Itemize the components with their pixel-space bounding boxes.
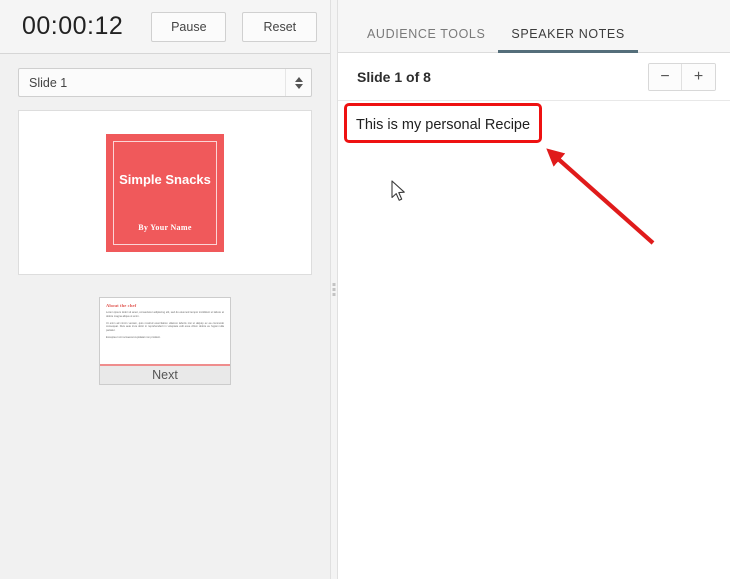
next-slide-label: Next xyxy=(100,366,230,384)
next-slide-thumbnail[interactable]: About the chef Lorem ipsum dolor sit ame… xyxy=(99,297,231,385)
caret-up-icon[interactable] xyxy=(294,76,303,82)
slide-title: Simple Snacks xyxy=(119,172,211,187)
current-slide-preview[interactable]: Simple Snacks By Your Name xyxy=(18,110,312,275)
slide-subtitle: By Your Name xyxy=(138,222,192,232)
presenter-view-window: 00:00:12 Pause Reset Slide 1 Simple Snac… xyxy=(0,0,730,579)
next-slide-heading: About the chef xyxy=(106,303,137,308)
tab-bar: AUDIENCE TOOLS SPEAKER NOTES xyxy=(338,0,730,53)
grip-dot xyxy=(332,288,336,291)
caret-down-icon[interactable] xyxy=(294,83,303,89)
grip-dot xyxy=(332,293,336,296)
slide-artwork: Simple Snacks By Your Name xyxy=(106,133,224,252)
speaker-notes-text[interactable]: This is my personal Recipe xyxy=(356,117,730,133)
next-slide-paragraph: Excepteur sint occaecat cupidatat non pr… xyxy=(106,335,161,339)
slide-selector-value: Slide 1 xyxy=(29,75,68,90)
timer-display: 00:00:12 xyxy=(22,12,124,40)
slide-counter: Slide 1 of 8 xyxy=(357,68,431,85)
reset-button[interactable]: Reset xyxy=(242,11,318,42)
next-slide-paragraph: Lorem ipsum dolor sit amet, consectetur … xyxy=(106,311,224,318)
slide-selector-container: Slide 1 xyxy=(0,54,330,97)
drag-handle-icon[interactable] xyxy=(332,283,336,296)
left-panel: 00:00:12 Pause Reset Slide 1 Simple Snac… xyxy=(0,0,330,579)
tab-audience-tools[interactable]: AUDIENCE TOOLS xyxy=(354,27,498,52)
zoom-in-button[interactable]: + xyxy=(682,63,715,90)
grip-dot xyxy=(332,283,336,286)
tab-speaker-notes[interactable]: SPEAKER NOTES xyxy=(498,27,639,53)
next-slide-artwork: About the chef Lorem ipsum dolor sit ame… xyxy=(100,298,230,366)
slide-selector-spinner[interactable] xyxy=(285,69,311,96)
pause-button[interactable]: Pause xyxy=(151,11,227,42)
zoom-controls: − + xyxy=(648,62,716,91)
notes-header: Slide 1 of 8 − + xyxy=(338,53,730,101)
timer-toolbar: 00:00:12 Pause Reset xyxy=(0,0,330,54)
slide-selector[interactable]: Slide 1 xyxy=(18,68,312,97)
panel-splitter[interactable] xyxy=(330,0,338,579)
speaker-notes-area[interactable]: This is my personal Recipe xyxy=(338,101,730,579)
next-slide-paragraph: Ut enim ad minim veniam, quis nostrud ex… xyxy=(106,321,224,333)
right-panel: AUDIENCE TOOLS SPEAKER NOTES Slide 1 of … xyxy=(338,0,730,579)
next-slide-container: About the chef Lorem ipsum dolor sit ame… xyxy=(0,297,330,385)
zoom-out-button[interactable]: − xyxy=(649,63,682,90)
